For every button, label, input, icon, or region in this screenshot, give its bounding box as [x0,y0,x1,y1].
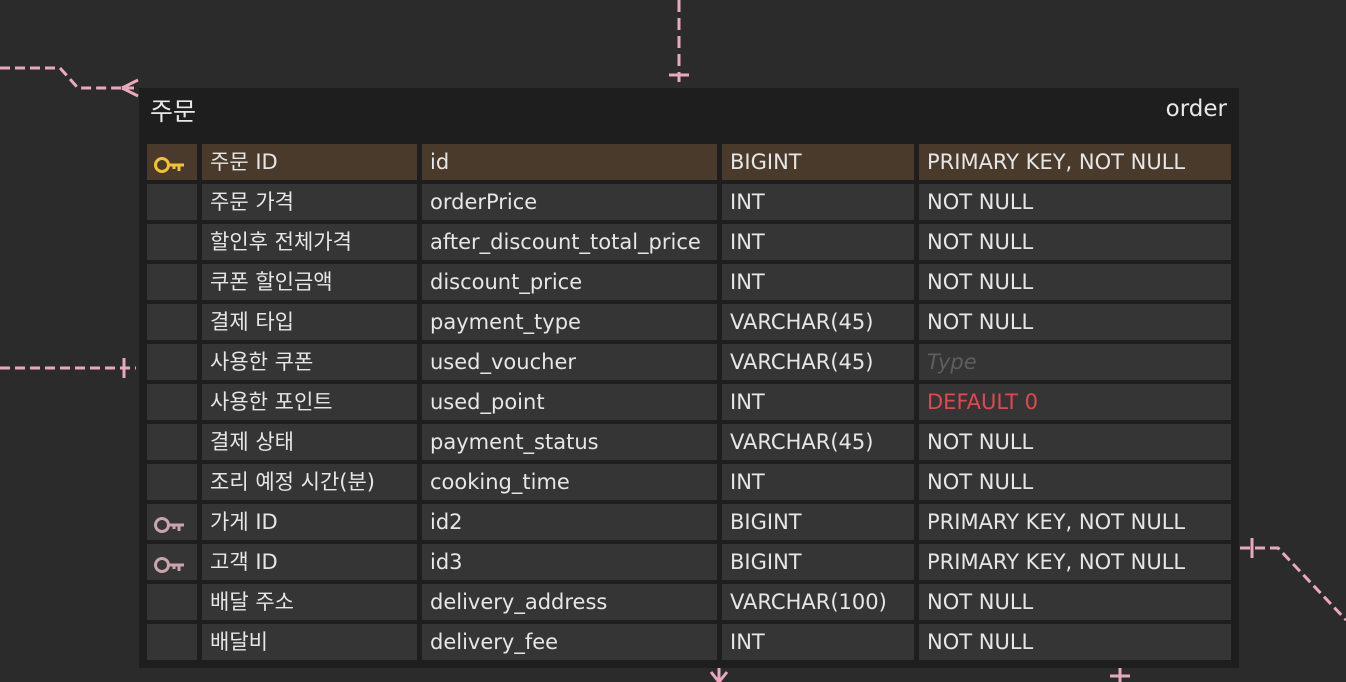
column-data-type[interactable]: INT [722,384,914,420]
column-data-type[interactable]: VARCHAR(45) [722,304,914,340]
table-physical-name[interactable]: order [1166,96,1227,122]
column-row[interactable]: 배달비 delivery_fee INT NOT NULL [147,624,1231,664]
column-row[interactable]: 쿠폰 할인금액 discount_price INT NOT NULL [147,264,1231,304]
column-row[interactable]: 결제 상태 payment_status VARCHAR(45) NOT NULL [147,424,1231,464]
column-key-cell[interactable] [147,584,197,620]
column-key-cell[interactable] [147,384,197,420]
column-logical-name[interactable]: 조리 예정 시간(분) [202,464,417,500]
column-key-cell[interactable] [147,304,197,340]
column-option[interactable]: NOT NULL [919,624,1231,660]
column-row[interactable]: 사용한 쿠폰 used_voucher VARCHAR(45) Type [147,344,1231,384]
er-table-order[interactable]: 주문 order 주문 ID id BIGINT PRIMARY KEY, NOT N… [139,88,1239,668]
column-row[interactable]: 배달 주소 delivery_address VARCHAR(100) NOT NUL… [147,584,1231,624]
column-logical-name[interactable]: 배달비 [202,624,417,660]
column-physical-name[interactable]: id2 [422,504,717,540]
column-data-type[interactable]: VARCHAR(45) [722,344,914,380]
column-physical-name[interactable]: after_discount_total_price [422,224,717,260]
column-data-type[interactable]: VARCHAR(45) [722,424,914,460]
column-option[interactable]: NOT NULL [919,424,1231,460]
column-physical-name[interactable]: cooking_time [422,464,717,500]
column-data-type[interactable]: VARCHAR(100) [722,584,914,620]
column-logical-name[interactable]: 쿠폰 할인금액 [202,264,417,300]
column-key-cell[interactable] [147,544,197,580]
column-row[interactable]: 조리 예정 시간(분) cooking_time INT NOT NULL [147,464,1231,504]
column-logical-name[interactable]: 배달 주소 [202,584,417,620]
column-row[interactable]: 주문 ID id BIGINT PRIMARY KEY, NOT NULL [147,144,1231,184]
column-logical-name[interactable]: 결제 타입 [202,304,417,340]
column-physical-name[interactable]: id [422,144,717,180]
column-option[interactable]: NOT NULL [919,224,1231,260]
column-logical-name[interactable]: 사용한 포인트 [202,384,417,420]
column-data-type[interactable]: INT [722,624,914,660]
column-physical-name[interactable]: used_voucher [422,344,717,380]
column-logical-name[interactable]: 주문 ID [202,144,417,180]
column-physical-name[interactable]: delivery_address [422,584,717,620]
column-list: 주문 ID id BIGINT PRIMARY KEY, NOT NULL 주문 가격 o… [147,144,1231,664]
column-key-cell[interactable] [147,504,197,540]
column-key-cell[interactable] [147,144,197,180]
column-data-type[interactable]: BIGINT [722,544,914,580]
column-physical-name[interactable]: delivery_fee [422,624,717,660]
foreign-key-icon [153,511,187,533]
relation-line-right [1240,546,1346,622]
column-data-type[interactable]: INT [722,264,914,300]
column-physical-name[interactable]: payment_type [422,304,717,340]
column-option[interactable]: NOT NULL [919,304,1231,340]
foreign-key-icon [153,551,187,573]
column-row[interactable]: 사용한 포인트 used_point INT DEFAULT 0 [147,384,1231,424]
column-option[interactable]: PRIMARY KEY, NOT NULL [919,544,1231,580]
column-row[interactable]: 주문 가격 orderPrice INT NOT NULL [147,184,1231,224]
column-option[interactable]: Type [919,344,1231,380]
column-key-cell[interactable] [147,344,197,380]
column-key-cell[interactable] [147,264,197,300]
column-physical-name[interactable]: payment_status [422,424,717,460]
column-logical-name[interactable]: 결제 상태 [202,424,417,460]
column-logical-name[interactable]: 할인후 전체가격 [202,224,417,260]
relation-line-top-left [0,66,134,90]
column-data-type[interactable]: INT [722,224,914,260]
column-logical-name[interactable]: 고객 ID [202,544,417,580]
column-option[interactable]: PRIMARY KEY, NOT NULL [919,504,1231,540]
column-option[interactable]: NOT NULL [919,464,1231,500]
primary-key-icon [153,151,187,173]
column-key-cell[interactable] [147,224,197,260]
column-logical-name[interactable]: 사용한 쿠폰 [202,344,417,380]
column-option[interactable]: PRIMARY KEY, NOT NULL [919,144,1231,180]
column-row[interactable]: 고객 ID id3 BIGINT PRIMARY KEY, NOT NULL [147,544,1231,584]
table-header[interactable]: 주문 order [139,88,1239,140]
column-physical-name[interactable]: id3 [422,544,717,580]
column-key-cell[interactable] [147,464,197,500]
table-logical-name[interactable]: 주문 [150,92,196,128]
column-logical-name[interactable]: 가게 ID [202,504,417,540]
column-data-type[interactable]: BIGINT [722,144,914,180]
column-physical-name[interactable]: orderPrice [422,184,717,220]
column-data-type[interactable]: BIGINT [722,504,914,540]
column-logical-name[interactable]: 주문 가격 [202,184,417,220]
column-key-cell[interactable] [147,424,197,460]
column-row[interactable]: 할인후 전체가격 after_discount_total_price INT NOT… [147,224,1231,264]
column-key-cell[interactable] [147,184,197,220]
column-option[interactable]: NOT NULL [919,184,1231,220]
column-data-type[interactable]: INT [722,464,914,500]
column-key-cell[interactable] [147,624,197,660]
column-option[interactable]: NOT NULL [919,584,1231,620]
column-row[interactable]: 결제 타입 payment_type VARCHAR(45) NOT NULL [147,304,1231,344]
column-physical-name[interactable]: discount_price [422,264,717,300]
column-physical-name[interactable]: used_point [422,384,717,420]
column-option[interactable]: NOT NULL [919,264,1231,300]
column-data-type[interactable]: INT [722,184,914,220]
column-option[interactable]: DEFAULT 0 [919,384,1231,420]
column-row[interactable]: 가게 ID id2 BIGINT PRIMARY KEY, NOT NULL [147,504,1231,544]
